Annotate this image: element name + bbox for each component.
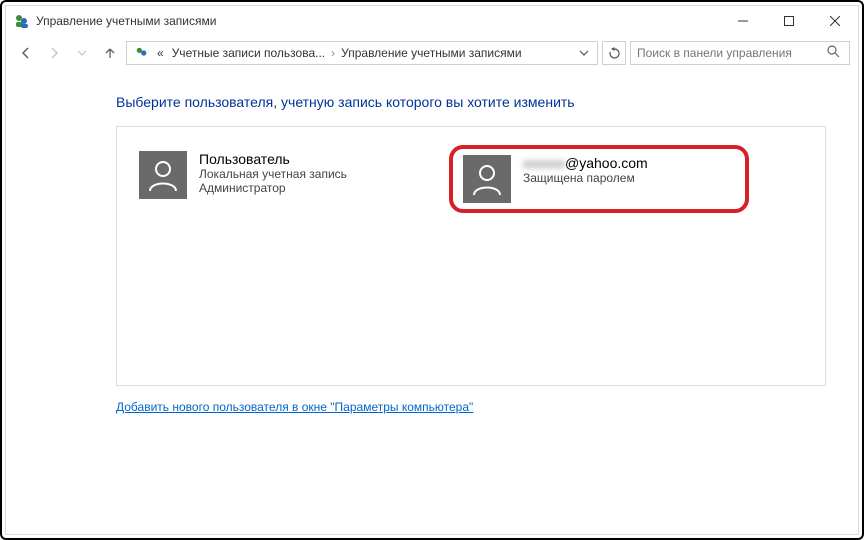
user-role: Администратор xyxy=(199,181,347,195)
forward-button xyxy=(42,41,66,65)
user-tile[interactable]: Пользователь Локальная учетная запись Ад… xyxy=(129,145,429,205)
content-area: Выберите пользователя, учетную запись ко… xyxy=(6,70,858,534)
breadcrumb-seg-1[interactable]: Учетные записи пользова... xyxy=(168,42,329,64)
breadcrumb-dropdown[interactable] xyxy=(575,48,593,58)
minimize-button[interactable] xyxy=(720,6,766,36)
breadcrumb-seg-2[interactable]: Управление учетными записями xyxy=(337,42,525,64)
user-subtitle: Защищена паролем xyxy=(523,171,648,185)
user-subtitle: Локальная учетная запись xyxy=(199,167,347,181)
avatar-icon xyxy=(139,151,187,199)
refresh-button[interactable] xyxy=(602,41,626,65)
window-title: Управление учетными записями xyxy=(36,14,216,28)
user-name: Пользователь xyxy=(199,151,347,167)
recent-dropdown[interactable] xyxy=(70,41,94,65)
search-box[interactable] xyxy=(630,41,850,65)
breadcrumb-root-icon[interactable] xyxy=(131,42,153,64)
close-button[interactable] xyxy=(812,6,858,36)
maximize-button[interactable] xyxy=(766,6,812,36)
user-name: xxxxxx@yahoo.com xyxy=(523,155,648,171)
search-icon[interactable] xyxy=(827,45,843,61)
chevron-right-icon: › xyxy=(329,46,337,60)
app-icon xyxy=(14,13,30,29)
breadcrumb-collapse[interactable]: « xyxy=(153,42,168,64)
breadcrumb[interactable]: « Учетные записи пользова... › Управлени… xyxy=(126,41,598,65)
page-heading: Выберите пользователя, учетную запись ко… xyxy=(116,94,826,110)
users-panel: Пользователь Локальная учетная запись Ад… xyxy=(116,126,826,386)
avatar-icon xyxy=(463,155,511,203)
nav-row: « Учетные записи пользова... › Управлени… xyxy=(6,36,858,70)
search-input[interactable] xyxy=(637,46,827,60)
add-user-link[interactable]: Добавить нового пользователя в окне "Пар… xyxy=(116,400,473,414)
back-button[interactable] xyxy=(14,41,38,65)
user-tile-highlighted[interactable]: xxxxxx@yahoo.com Защищена паролем xyxy=(449,145,749,213)
up-button[interactable] xyxy=(98,41,122,65)
titlebar: Управление учетными записями xyxy=(6,6,858,36)
